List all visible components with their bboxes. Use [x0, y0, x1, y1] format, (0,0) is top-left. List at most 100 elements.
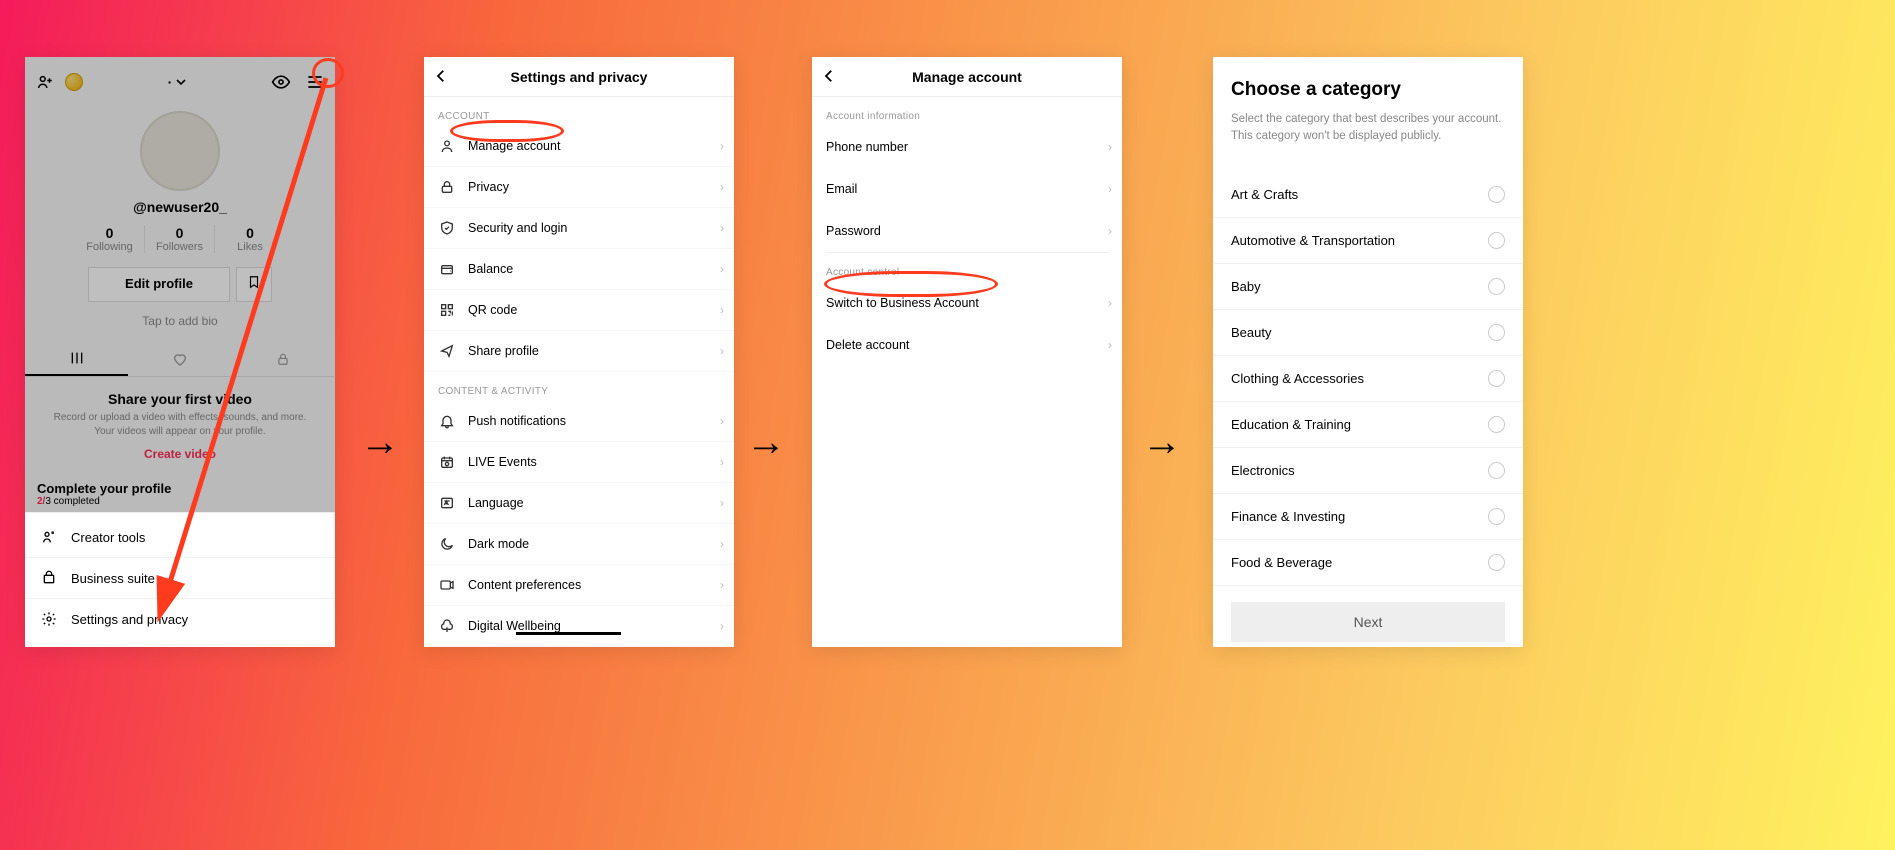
list-row[interactable]: Password › [812, 210, 1122, 252]
list-row[interactable]: Phone number› [812, 126, 1122, 168]
add-bio-button[interactable]: Tap to add bio [25, 314, 335, 328]
chevron-right-icon: › [1108, 224, 1112, 238]
profile-content: · @newuser20_ 0 Following 0 Followers [25, 57, 335, 527]
sheet-settings-privacy[interactable]: Settings and privacy [25, 598, 335, 639]
coin-icon[interactable] [65, 73, 83, 91]
chevron-right-icon: › [720, 139, 724, 153]
list-row[interactable]: Push notifications › [424, 401, 734, 442]
category-row[interactable]: Electronics [1213, 448, 1523, 494]
row-label: Digital Wellbeing [468, 619, 561, 633]
row-icon [438, 138, 456, 154]
bottom-sheet: Creator tools Business suite Settings an… [25, 512, 335, 647]
list-row[interactable]: Share profile› [424, 331, 734, 372]
list-row[interactable]: Content preferences› [424, 565, 734, 606]
row-label: Switch to Business Account [826, 296, 979, 310]
chevron-right-icon: › [720, 180, 724, 194]
manage-header: Manage account [812, 57, 1122, 97]
row-icon [438, 261, 456, 277]
arrow-icon: → [1142, 420, 1182, 465]
list-row[interactable]: Security and login› [424, 208, 734, 249]
category-label: Electronics [1231, 463, 1295, 478]
chevron-right-icon: › [720, 221, 724, 235]
category-row[interactable]: Baby [1213, 264, 1523, 310]
row-icon [438, 536, 456, 552]
handle: @newuser20_ [25, 199, 335, 215]
category-label: Finance & Investing [1231, 509, 1345, 524]
manage-account-screen: Manage account Account information Phone… [812, 57, 1122, 647]
bookmark-button[interactable] [236, 267, 272, 302]
share-video-title: Share your first video [53, 391, 307, 407]
row-label: Share profile [468, 344, 539, 358]
section-content: CONTENT & ACTIVITY [424, 372, 734, 401]
row-label: Balance [468, 262, 513, 276]
list-row[interactable]: LIVE Events› [424, 442, 734, 483]
category-row[interactable]: Beauty [1213, 310, 1523, 356]
radio-icon [1488, 324, 1505, 341]
eye-icon[interactable] [271, 72, 291, 92]
complete-profile-title: Complete your profile [37, 481, 323, 496]
row-label: Password [826, 224, 881, 238]
radio-icon [1488, 416, 1505, 433]
list-row[interactable]: Switch to Business Account › [812, 282, 1122, 324]
hamburger-menu-icon[interactable] [305, 72, 325, 92]
category-label: Baby [1231, 279, 1261, 294]
category-label: Beauty [1231, 325, 1271, 340]
row-label: Phone number [826, 140, 908, 154]
list-row[interactable]: Dark mode› [424, 524, 734, 565]
chevron-right-icon: › [1108, 296, 1112, 310]
list-row[interactable]: Language› [424, 483, 734, 524]
row-label: QR code [468, 303, 517, 317]
create-video-button[interactable]: Create video [53, 447, 307, 461]
list-row[interactable]: Privacy › [424, 167, 734, 208]
row-label: Content preferences [468, 578, 581, 592]
category-row[interactable]: Education & Training [1213, 402, 1523, 448]
sheet-creator-tools[interactable]: Creator tools [25, 517, 335, 557]
list-row[interactable]: Digital Wellbeing› [424, 606, 734, 647]
next-button[interactable]: Next [1231, 602, 1505, 642]
row-icon [438, 302, 456, 318]
stat-likes[interactable]: 0 Likes [215, 225, 285, 253]
row-label: Push notifications [468, 414, 566, 428]
username-dropdown[interactable]: · [168, 74, 187, 90]
tab-grid[interactable] [25, 342, 128, 376]
category-row[interactable]: Automotive & Transportation [1213, 218, 1523, 264]
list-row[interactable]: Balance› [424, 249, 734, 290]
tab-liked[interactable] [128, 342, 231, 376]
row-icon [438, 413, 456, 429]
row-icon [438, 220, 456, 236]
sheet-business-suite[interactable]: Business suite [25, 557, 335, 598]
category-row[interactable]: Clothing & Accessories [1213, 356, 1523, 402]
list-row[interactable]: Delete account› [812, 324, 1122, 366]
tab-private[interactable] [232, 342, 335, 376]
manage-title: Manage account [912, 69, 1022, 85]
profile-screen: · @newuser20_ 0 Following 0 Followers [25, 57, 335, 647]
edit-profile-button[interactable]: Edit profile [88, 267, 230, 302]
chevron-right-icon: › [720, 414, 724, 428]
chevron-right-icon: › [720, 537, 724, 551]
arrow-icon: → [360, 420, 400, 465]
list-row[interactable]: Email› [812, 168, 1122, 210]
list-row[interactable]: QR code › [424, 290, 734, 331]
radio-icon [1488, 186, 1505, 203]
radio-icon [1488, 278, 1505, 295]
list-row[interactable]: Manage account › [424, 126, 734, 167]
stat-followers[interactable]: 0 Followers [145, 225, 215, 253]
add-friend-icon[interactable] [35, 72, 55, 92]
stat-following[interactable]: 0 Following [75, 225, 145, 253]
chevron-right-icon: › [720, 455, 724, 469]
row-label: Manage account [468, 139, 560, 153]
settings-screen: Settings and privacy ACCOUNT Manage acco… [424, 57, 734, 647]
chevron-right-icon: › [720, 303, 724, 317]
business-icon [41, 570, 57, 586]
category-row[interactable]: Art & Crafts [1213, 172, 1523, 218]
back-button[interactable] [820, 67, 838, 88]
arrow-icon: → [746, 420, 786, 465]
row-label: Privacy [468, 180, 509, 194]
profile-tabs [25, 342, 335, 377]
radio-icon [1488, 232, 1505, 249]
back-button[interactable] [432, 67, 450, 88]
category-row[interactable]: Finance & Investing [1213, 494, 1523, 540]
avatar[interactable] [140, 111, 220, 191]
category-row[interactable]: Food & Beverage [1213, 540, 1523, 586]
row-label: Language [468, 496, 524, 510]
